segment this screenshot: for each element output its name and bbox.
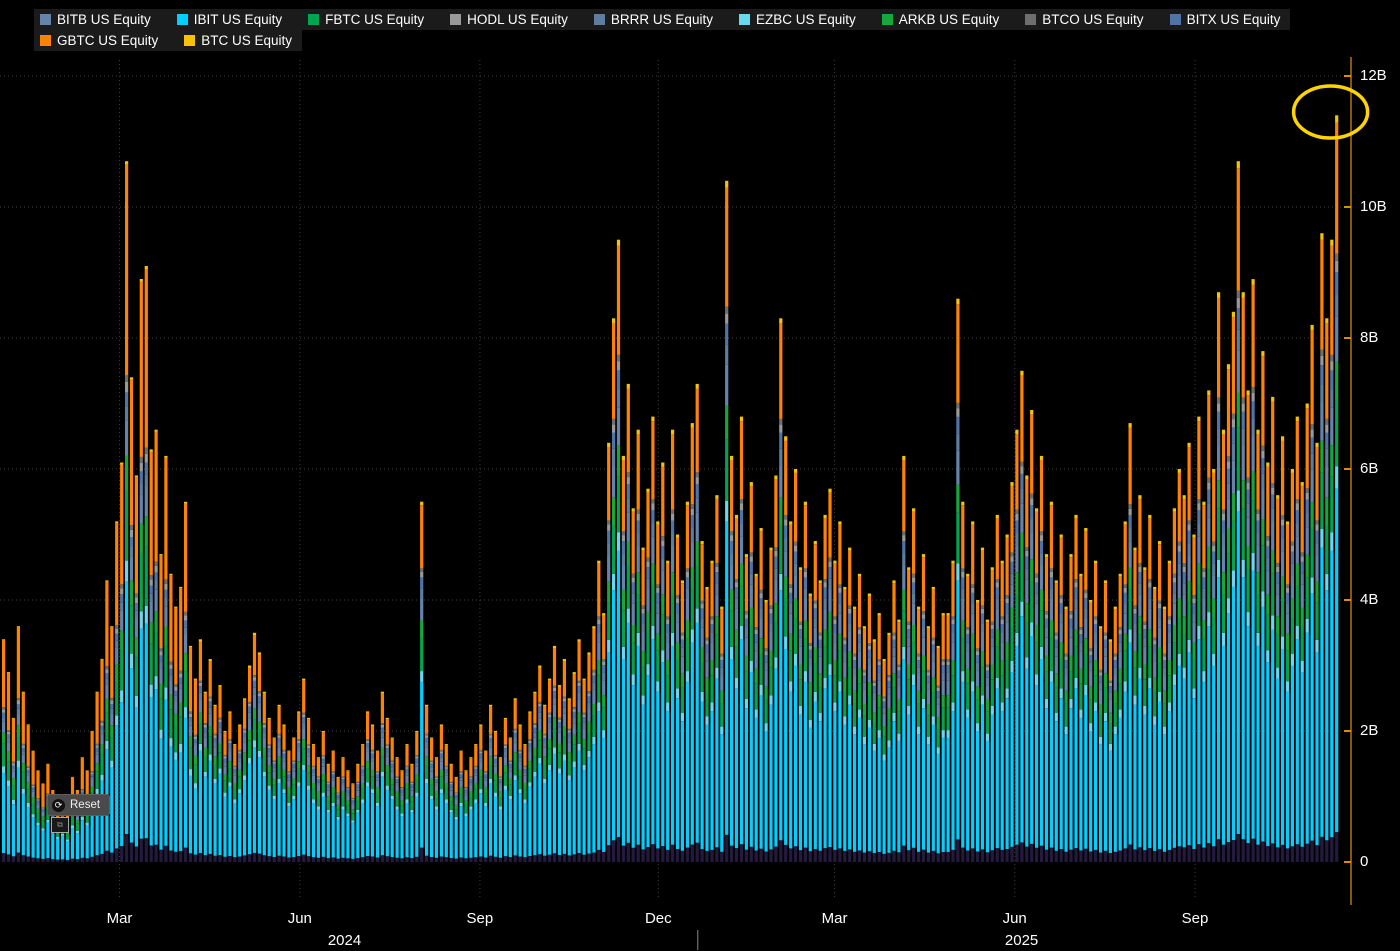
legend-item-ibit[interactable]: IBIT US Equity: [177, 12, 282, 27]
legend-label: BITB US Equity: [57, 12, 151, 27]
y-axis-label: 6B: [1360, 460, 1378, 477]
legend-label: BRRR US Equity: [611, 12, 713, 27]
legend-swatch-icon: [184, 35, 195, 46]
legend-label: BTC US Equity: [201, 33, 292, 48]
legend-swatch-icon: [1025, 14, 1036, 25]
legend-label: FBTC US Equity: [325, 12, 424, 27]
x-axis-month-label: Jun: [1003, 910, 1027, 927]
legend-item-arkb[interactable]: ARKB US Equity: [882, 12, 1000, 27]
legend-item-brrr[interactable]: BRRR US Equity: [594, 12, 713, 27]
legend-item-btc[interactable]: BTC US Equity: [184, 33, 292, 48]
plot-area[interactable]: [0, 55, 1348, 900]
x-axis-month-label: Mar: [107, 910, 133, 927]
legend-item-gbtc[interactable]: GBTC US Equity: [40, 33, 158, 48]
x-axis-month-label: Sep: [467, 910, 494, 927]
y-axis-label: 4B: [1360, 591, 1378, 608]
reset-icon: ⟳: [52, 799, 65, 812]
chart-tool-icon[interactable]: ⧉: [51, 817, 69, 833]
legend-row-1: BITB US Equity IBIT US Equity FBTC US Equi…: [34, 9, 1290, 30]
x-axis-month-label: Sep: [1182, 910, 1209, 927]
x-axis-month-label: Mar: [822, 910, 848, 927]
reset-button[interactable]: ⟳ Reset: [47, 794, 110, 816]
legend-item-hodl[interactable]: HODL US Equity: [450, 12, 568, 27]
legend-label: HODL US Equity: [467, 12, 568, 27]
legend-swatch-icon: [308, 14, 319, 25]
legend-label: EZBC US Equity: [756, 12, 856, 27]
y-axis-label: 10B: [1360, 198, 1387, 215]
legend-item-bitb[interactable]: BITB US Equity: [40, 12, 151, 27]
reset-label: Reset: [70, 799, 100, 811]
legend-row-2: GBTC US Equity BTC US Equity: [34, 30, 302, 51]
legend-item-bitx[interactable]: BITX US Equity: [1170, 12, 1281, 27]
y-axis-label: 0: [1360, 853, 1368, 870]
legend-label: ARKB US Equity: [899, 12, 1000, 27]
legend: BITB US Equity IBIT US Equity FBTC US Equi…: [34, 9, 1290, 51]
legend-swatch-icon: [594, 14, 605, 25]
legend-swatch-icon: [450, 14, 461, 25]
stacked-volume-chart: 0 2B 4B 6B 8B 10B 12B Mar Jun Sep Dec Mar Jun Sep 2024…: [0, 0, 1400, 951]
x-axis-month-label: Jun: [288, 910, 312, 927]
legend-label: BITX US Equity: [1187, 12, 1281, 27]
legend-swatch-icon: [177, 14, 188, 25]
legend-swatch-icon: [40, 14, 51, 25]
x-axis-year-label: 2024: [328, 932, 361, 949]
bloomberg-volume-chart-window: 0 2B 4B 6B 8B 10B 12B Mar Jun Sep Dec Mar Jun Sep 2024…: [0, 0, 1400, 951]
legend-swatch-icon: [1170, 14, 1181, 25]
x-axis-year-label: 2025: [1005, 932, 1038, 949]
legend-label: GBTC US Equity: [57, 33, 158, 48]
legend-item-ezbc[interactable]: EZBC US Equity: [739, 12, 856, 27]
legend-item-fbtc[interactable]: FBTC US Equity: [308, 12, 424, 27]
legend-item-btco[interactable]: BTCO US Equity: [1025, 12, 1143, 27]
legend-label: BTCO US Equity: [1042, 12, 1143, 27]
y-axis-label: 12B: [1360, 67, 1387, 84]
y-axis-label: 2B: [1360, 722, 1378, 739]
legend-label: IBIT US Equity: [194, 12, 282, 27]
y-axis-label: 8B: [1360, 329, 1378, 346]
legend-swatch-icon: [739, 14, 750, 25]
x-axis-month-label: Dec: [645, 910, 672, 927]
legend-swatch-icon: [40, 35, 51, 46]
legend-swatch-icon: [882, 14, 893, 25]
